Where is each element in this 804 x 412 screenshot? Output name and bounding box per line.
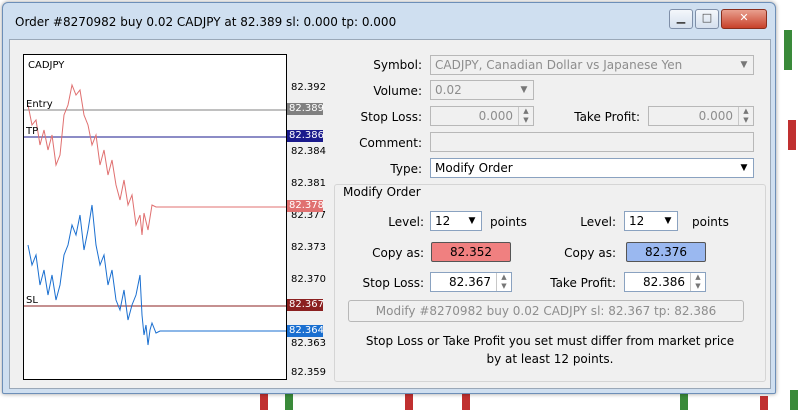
bg-candle bbox=[405, 392, 413, 410]
tick-label: 82.373 bbox=[291, 242, 326, 253]
symbol-select[interactable]: CADJPY, Canadian Dollar vs Japanese Yen … bbox=[430, 55, 754, 75]
chevron-down-icon: ▼ bbox=[520, 85, 528, 95]
stoploss-value: 0.000 bbox=[478, 109, 513, 123]
tick-label: 82.359 bbox=[291, 367, 326, 378]
price-chart: CADJPY Entry TP SL bbox=[23, 54, 287, 380]
sl-modify-value: 82.367 bbox=[449, 275, 491, 289]
sl-level-value: 12 bbox=[435, 214, 451, 228]
stepper-icon[interactable]: ▲ ▼ bbox=[496, 273, 511, 291]
comment-input[interactable] bbox=[430, 132, 754, 152]
stepper-icon[interactable]: ▲ ▼ bbox=[690, 273, 705, 291]
entry-label: Entry bbox=[26, 99, 53, 110]
tick-label: 82.370 bbox=[291, 274, 326, 285]
modify-button[interactable]: Modify #8270982 buy 0.02 CADJPY sl: 82.3… bbox=[348, 300, 744, 322]
ask-price-tag: 82.378 bbox=[287, 200, 324, 212]
chevron-down-icon: ▼ bbox=[468, 216, 476, 226]
chevron-down-icon: ▼ bbox=[740, 163, 748, 173]
takeprofit-input[interactable]: 0.000 ▲ ▼ bbox=[648, 106, 754, 126]
symbol-value: CADJPY, Canadian Dollar vs Japanese Yen bbox=[435, 58, 683, 72]
sl-modify-label: Stop Loss: bbox=[362, 276, 424, 290]
entry-price-tag: 82.389 bbox=[287, 103, 324, 115]
volume-label: Volume: bbox=[373, 84, 422, 98]
type-select[interactable]: Modify Order ▼ bbox=[430, 158, 754, 178]
bg-candle bbox=[462, 394, 470, 410]
stoploss-input[interactable]: 0.000 ▲ ▼ bbox=[430, 106, 534, 126]
sl-modify-input[interactable]: 82.367 ▲ ▼ bbox=[430, 272, 512, 292]
bg-candle bbox=[680, 394, 688, 410]
chart-canvas bbox=[24, 83, 286, 346]
tp-modify-value: 82.386 bbox=[643, 275, 685, 289]
tp-label: TP bbox=[26, 126, 39, 137]
bg-candle bbox=[790, 390, 798, 410]
chevron-down-icon: ▼ bbox=[740, 60, 748, 70]
volume-select[interactable]: 0.02 ▼ bbox=[430, 80, 534, 100]
title-bar[interactable]: Order #8270982 buy 0.02 CADJPY at 82.389… bbox=[3, 3, 775, 39]
tp-level-select[interactable]: 12 ▼ bbox=[624, 211, 678, 231]
bg-candle bbox=[760, 396, 768, 410]
takeprofit-value: 0.000 bbox=[698, 109, 733, 123]
symbol-label: Symbol: bbox=[373, 58, 422, 72]
chevron-down-icon: ▼ bbox=[664, 216, 672, 226]
bg-candle bbox=[788, 120, 796, 150]
volume-value: 0.02 bbox=[435, 83, 462, 97]
maximize-icon[interactable]: □ bbox=[695, 9, 719, 29]
window-title: Order #8270982 buy 0.02 CADJPY at 82.389… bbox=[15, 15, 397, 29]
type-value: Modify Order bbox=[435, 161, 513, 175]
ask-series bbox=[27, 83, 286, 236]
bg-candle bbox=[285, 394, 293, 410]
stepper-icon[interactable]: ▲ ▼ bbox=[738, 107, 753, 125]
stoploss-label: Stop Loss: bbox=[360, 110, 422, 124]
modify-group-title: Modify Order bbox=[340, 185, 424, 199]
stepper-icon[interactable]: ▲ ▼ bbox=[518, 107, 533, 125]
bid-series bbox=[27, 204, 286, 346]
sl-copy-label: Copy as: bbox=[372, 246, 424, 260]
tick-label: 82.392 bbox=[291, 82, 326, 93]
tick-label: 82.363 bbox=[291, 338, 326, 349]
tp-level-value: 12 bbox=[629, 214, 645, 228]
tp-price-tag: 82.386 bbox=[287, 130, 324, 142]
dialog-body: CADJPY Entry TP SL 82.392 82.384 82.381 … bbox=[9, 39, 771, 389]
tp-points-label: points bbox=[692, 215, 729, 229]
sl-level-label: Level: bbox=[388, 215, 424, 229]
sl-copy-button[interactable]: 82.352 bbox=[431, 242, 511, 262]
sl-price-tag: 82.367 bbox=[287, 299, 324, 311]
info-note: Stop Loss or Take Profit you set must di… bbox=[365, 334, 735, 366]
order-window: Order #8270982 buy 0.02 CADJPY at 82.389… bbox=[2, 2, 776, 394]
sl-level-select[interactable]: 12 ▼ bbox=[430, 211, 482, 231]
comment-label: Comment: bbox=[359, 136, 422, 150]
bg-candle bbox=[260, 392, 268, 410]
tp-copy-label: Copy as: bbox=[564, 246, 616, 260]
tp-level-label: Level: bbox=[580, 215, 616, 229]
tp-modify-input[interactable]: 82.386 ▲ ▼ bbox=[624, 272, 706, 292]
chart-symbol: CADJPY bbox=[28, 60, 65, 71]
close-icon[interactable]: ✕ bbox=[721, 9, 767, 29]
sl-points-label: points bbox=[490, 215, 527, 229]
tick-label: 82.381 bbox=[291, 178, 326, 189]
type-label: Type: bbox=[390, 162, 422, 176]
bid-price-tag: 82.364 bbox=[287, 325, 324, 337]
tp-copy-button[interactable]: 82.376 bbox=[626, 242, 706, 262]
minimize-icon[interactable]: ▁ bbox=[669, 9, 693, 29]
sl-label: SL bbox=[26, 295, 38, 306]
takeprofit-label: Take Profit: bbox=[574, 110, 640, 124]
tp-modify-label: Take Profit: bbox=[550, 276, 616, 290]
tick-label: 82.384 bbox=[291, 146, 326, 157]
bg-candle bbox=[784, 30, 792, 70]
